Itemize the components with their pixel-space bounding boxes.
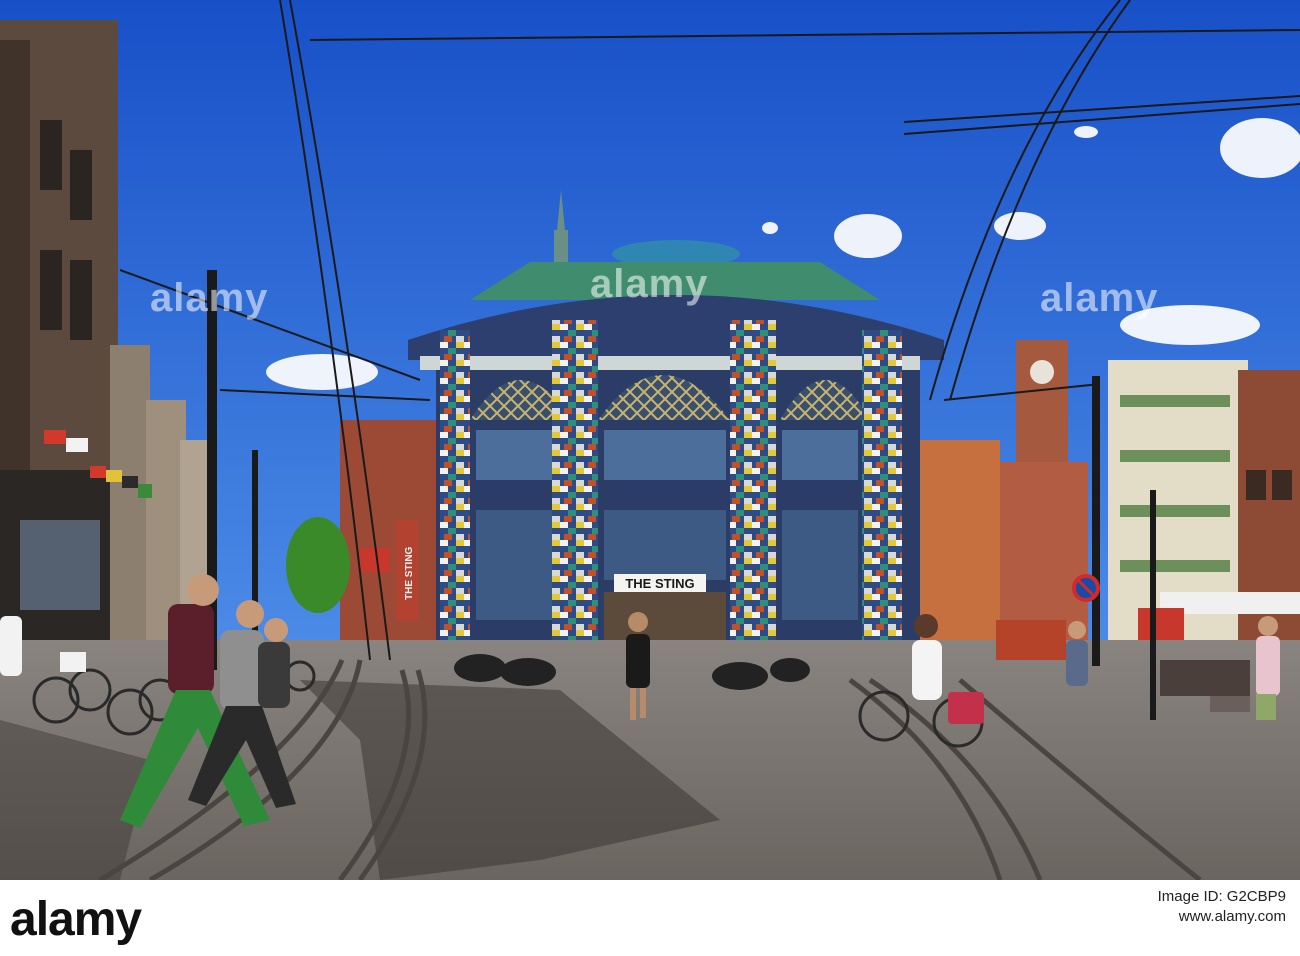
watermark: alamy <box>1040 276 1159 320</box>
brand-logo: alamy <box>10 893 142 946</box>
watermark: alamy <box>150 276 269 320</box>
tram <box>996 620 1066 660</box>
bike-basket <box>60 652 86 672</box>
no-parking-sign <box>1072 574 1100 602</box>
site-url: www.alamy.com <box>1178 908 1286 925</box>
tree <box>286 517 350 613</box>
stock-footer: alamy Image ID: G2CBP9 www.alamy.com <box>0 880 1300 956</box>
photo-scene: THE STING THE STING <box>0 0 1300 880</box>
the-sting-side-sign: THE STING <box>404 546 415 600</box>
the-sting-sign: THE STING <box>625 576 694 591</box>
image-id: Image ID: G2CBP9 <box>1157 888 1286 905</box>
street-photo: THE STING THE STING alamy alamy alamy <box>0 0 1300 880</box>
watermark: alamy <box>590 262 709 306</box>
